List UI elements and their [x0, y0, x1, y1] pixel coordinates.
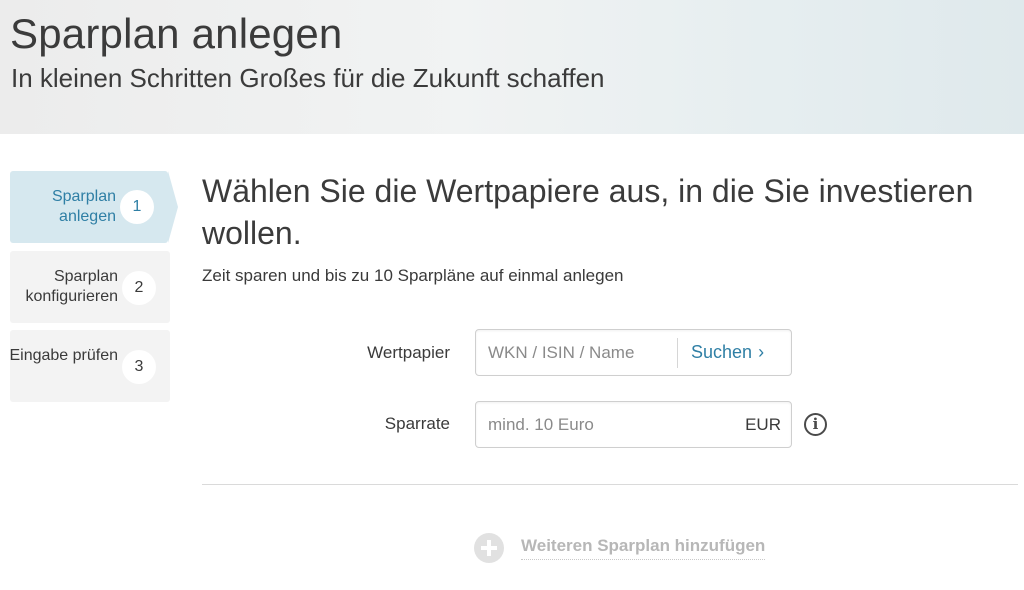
wertpapier-label: Wertpapier — [367, 343, 450, 362]
step-sparplan-anlegen[interactable]: Sparplan anlegen 1 — [10, 171, 178, 243]
plus-circle-icon[interactable] — [474, 533, 504, 563]
step-label: Sparplan konfigurieren — [25, 268, 119, 305]
step-eingabe-pruefen[interactable]: Eingabe prüfen 3 — [9, 330, 170, 402]
search-button[interactable]: Suchen › — [691, 330, 764, 375]
sparrate-input[interactable] — [488, 402, 728, 447]
currency-label: EUR — [745, 415, 781, 434]
info-icon[interactable]: i — [804, 413, 827, 436]
step-number: 2 — [122, 271, 156, 305]
section-divider — [202, 484, 1018, 485]
sparrate-label: Sparrate — [384, 414, 450, 433]
wertpapier-field: Suchen› — [475, 329, 792, 376]
add-sparplan-link[interactable]: Weiteren Sparplan hinzufügen — [521, 536, 766, 560]
chevron-right-icon: › — [758, 342, 765, 362]
page-subtitle: In kleinen Schritten Großes für die Zuku… — [11, 63, 605, 93]
step-label: Eingabe prüfen — [9, 347, 118, 364]
main-hint: Zeit sparen und bis zu 10 Sparpläne auf … — [202, 266, 624, 285]
search-divider — [677, 338, 678, 368]
page-header: Sparplan anlegen In kleinen Schritten Gr… — [0, 0, 1024, 134]
step-number: 3 — [122, 350, 156, 384]
page-title: Sparplan anlegen — [10, 10, 343, 57]
main-heading: Wählen Sie die Wertpapiere aus, in die S… — [202, 173, 974, 251]
wertpapier-input[interactable] — [488, 330, 673, 375]
search-button-label: Suchen — [691, 342, 753, 362]
step-sparplan-konfigurieren[interactable]: Sparplan konfigurieren 2 — [10, 251, 170, 323]
step-label: Sparplan anlegen — [51, 188, 116, 225]
step-number: 1 — [120, 190, 154, 224]
sparrate-field: EUR — [475, 401, 792, 448]
